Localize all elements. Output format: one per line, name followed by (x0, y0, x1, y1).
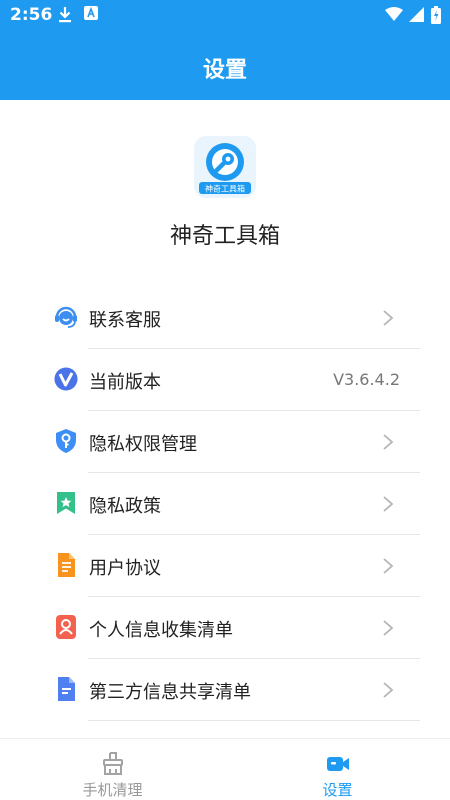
file-list-icon (58, 677, 75, 701)
app-notification-icon (84, 6, 98, 20)
menu-item-current-version[interactable]: 当前版本 V3.6.4.2 (50, 349, 420, 411)
menu-item-user-agreement[interactable]: 用户协议 (50, 535, 420, 597)
menu-item-label: 第三方信息共享清单 (89, 682, 251, 703)
logo-text: 神奇工具箱 (205, 184, 245, 194)
page-title: 设置 (202, 58, 247, 83)
menu-item-privacy-policy[interactable]: 隐私政策 (50, 473, 420, 535)
signal-icon (409, 7, 424, 22)
document-icon (58, 553, 75, 577)
person-card-icon (56, 615, 76, 639)
shield-key-icon (56, 429, 76, 453)
wifi-icon (385, 7, 403, 21)
status-time: 2:56 (10, 5, 53, 25)
nav-item-phone-cleanup[interactable]: 手机清理 (0, 739, 225, 800)
app-logo: 神奇工具箱 (194, 136, 256, 198)
nav-label: 设置 (322, 781, 353, 799)
menu-item-personal-info-list[interactable]: 个人信息收集清单 (50, 597, 420, 659)
menu-item-third-party-sharing-list[interactable]: 第三方信息共享清单 (50, 659, 420, 721)
broom-icon (103, 752, 123, 775)
video-camera-icon (327, 757, 349, 771)
menu-item-label: 用户协议 (89, 558, 161, 579)
nav-item-settings[interactable]: 设置 (225, 739, 450, 800)
menu-item-privacy-permissions[interactable]: 隐私权限管理 (50, 411, 420, 473)
bottom-nav: 手机清理 设置 (0, 738, 450, 800)
menu-item-label: 隐私权限管理 (89, 434, 197, 455)
customer-service-icon (55, 306, 77, 328)
chevron-right-icon (383, 682, 394, 698)
bookmark-star-icon (57, 492, 75, 514)
divider (88, 720, 420, 721)
battery-icon (431, 6, 441, 24)
download-icon (59, 7, 71, 23)
app-name: 神奇工具箱 (169, 224, 280, 249)
menu-item-customer-service[interactable]: 联系客服 (50, 287, 420, 349)
chevron-right-icon (383, 620, 394, 636)
menu-item-label: 个人信息收集清单 (89, 620, 233, 641)
app-bar: 设置 (0, 32, 450, 100)
menu-item-label: 隐私政策 (89, 496, 161, 517)
chevron-right-icon (383, 310, 394, 326)
version-icon (54, 367, 78, 391)
chevron-right-icon (383, 558, 394, 574)
nav-label: 手机清理 (82, 781, 143, 799)
version-value: V3.6.4.2 (333, 370, 400, 389)
menu-item-label: 当前版本 (89, 372, 161, 393)
chevron-right-icon (383, 496, 394, 512)
status-bar: 2:56 (0, 0, 450, 32)
menu-item-label: 联系客服 (89, 310, 161, 331)
chevron-right-icon (383, 434, 394, 450)
